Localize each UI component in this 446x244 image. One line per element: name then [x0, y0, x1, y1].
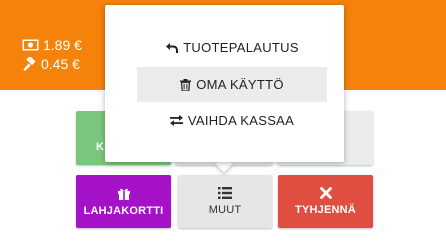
list-icon [218, 187, 232, 199]
menu-item-label: OMA KÄYTTÖ [196, 77, 284, 92]
cash-total-row: 1.89 € [22, 37, 82, 53]
exchange-icon [169, 115, 183, 126]
menu-item-change-register[interactable]: VAIHDA KASSAA [137, 103, 327, 138]
hammer-total-row: 0.45 € [22, 56, 80, 72]
gift-card-label: LAHJAKORTTI [83, 205, 164, 217]
hammer-total-value: 0.45 € [41, 56, 80, 72]
pos-screen: 1.89 € 0.45 € KA LAHJAKORTTI [0, 0, 446, 244]
clear-label: TYHJENNÄ [295, 204, 356, 216]
menu-item-product-return[interactable]: TUOTEPALAUTUS [137, 30, 327, 65]
gift-card-button[interactable]: LAHJAKORTTI [76, 175, 171, 228]
gavel-icon [22, 56, 37, 72]
menu-item-label: TUOTEPALAUTUS [183, 40, 299, 55]
menu-item-label: VAIHDA KASSAA [187, 113, 295, 128]
more-button[interactable]: MUUT [178, 175, 272, 228]
close-icon [319, 187, 332, 199]
cash-total-value: 1.89 € [43, 37, 82, 53]
menu-item-own-use[interactable]: OMA KÄYTTÖ [137, 67, 327, 102]
money-bill-icon [22, 39, 39, 51]
more-popup-menu: TUOTEPALAUTUS OMA KÄYTTÖ VAIHDA KASSAA [105, 5, 344, 162]
trash-icon [180, 78, 192, 91]
clear-button[interactable]: TYHJENNÄ [278, 175, 373, 228]
gift-icon [117, 186, 131, 200]
undo-icon [165, 42, 179, 54]
more-label: MUUT [208, 204, 242, 216]
